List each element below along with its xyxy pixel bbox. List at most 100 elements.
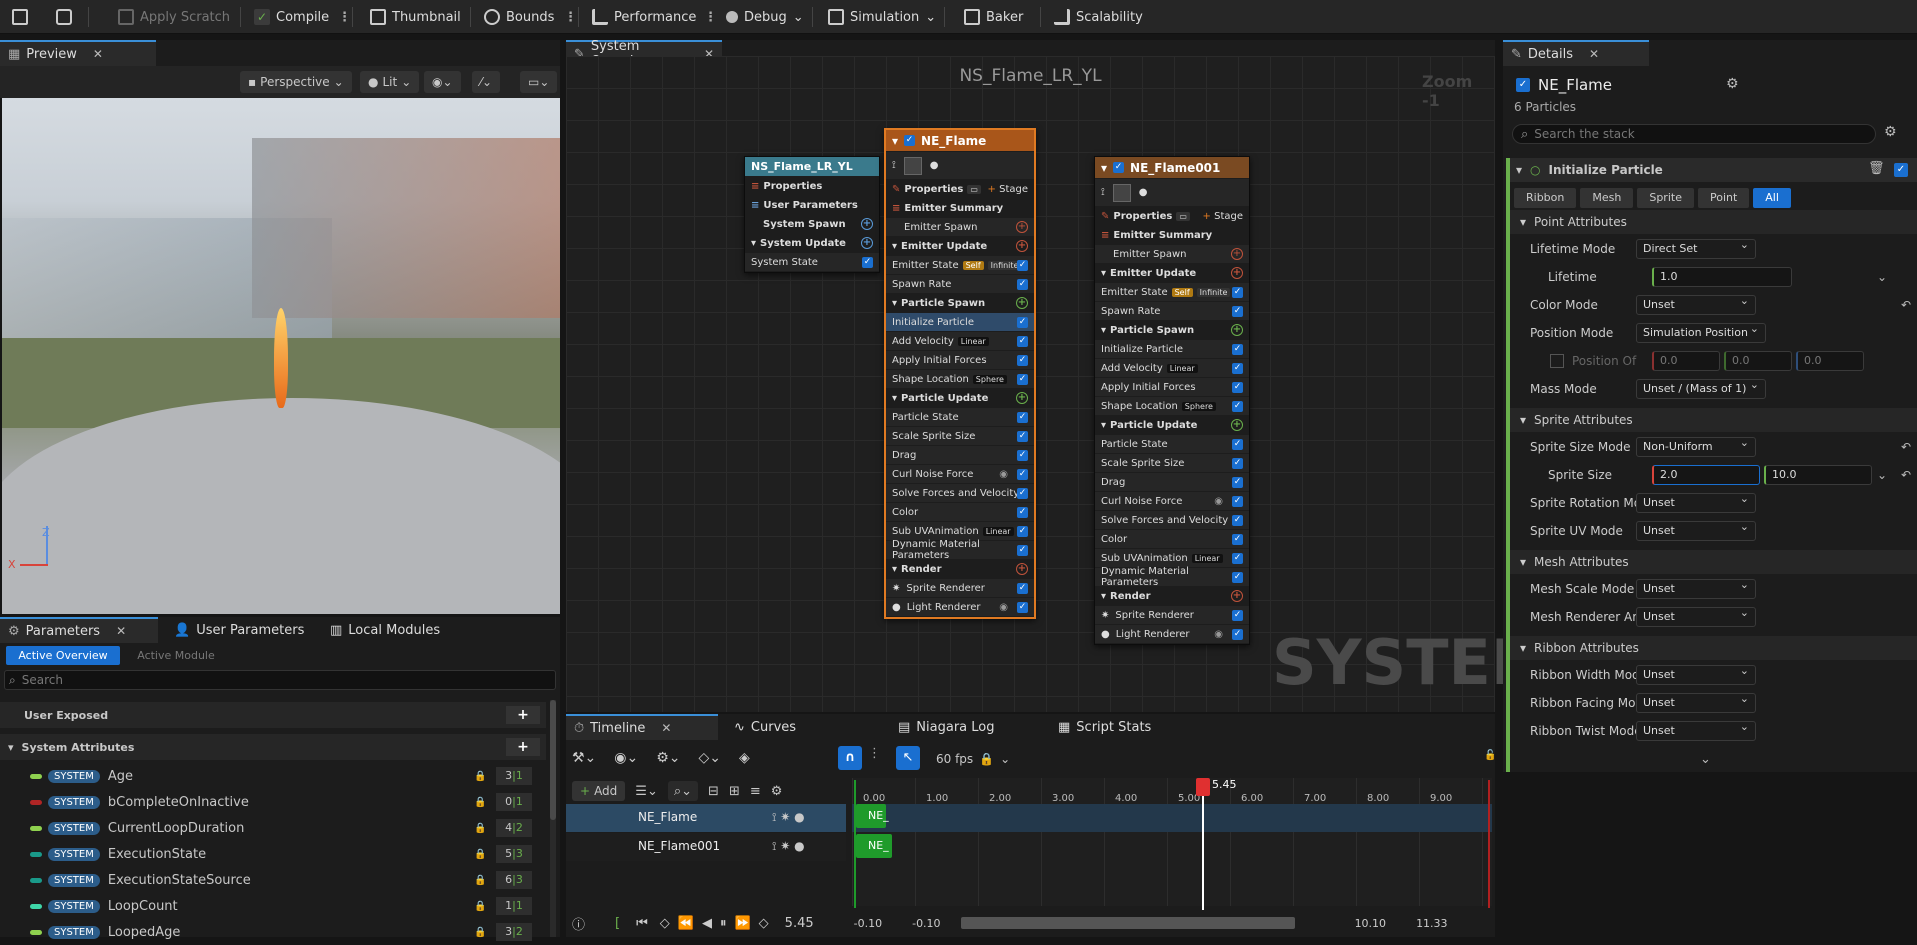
remove-icon[interactable]: + xyxy=(1016,240,1028,252)
view-options-icon[interactable]: ◉⌄ xyxy=(614,750,638,766)
scalability-button[interactable]: Scalability xyxy=(1054,0,1143,34)
bounds-options-button[interactable]: ⋮ xyxy=(564,0,577,34)
stack-row-emitter-update[interactable]: ▾ Emitter Update + xyxy=(1095,264,1249,283)
playback-options-icon[interactable]: ⚙⌄ xyxy=(656,750,680,766)
compile-options-button[interactable]: ⋮ xyxy=(338,0,351,34)
emitter-clip-1[interactable]: NE_ xyxy=(856,804,889,828)
enable-checkbox[interactable]: ✓ xyxy=(1232,572,1243,583)
sprite-uv-dropdown[interactable]: Unset xyxy=(1636,520,1756,541)
stack-row-color[interactable]: Color ✓ xyxy=(886,503,1034,522)
eye-icon[interactable]: ◉ xyxy=(999,602,1008,613)
mesh-scale-dropdown[interactable]: Unset xyxy=(1636,578,1756,599)
snap-options-button[interactable]: ⋮ xyxy=(868,746,881,770)
section-point-attributes[interactable]: ▾ Point Attributes xyxy=(1510,210,1917,234)
stack-row-light-renderer[interactable]: ● Light Renderer ◉ ✓ xyxy=(886,598,1034,617)
stack-row-light-renderer[interactable]: ● Light Renderer ◉ ✓ xyxy=(1095,625,1249,644)
stack-row-scale-sprite-size[interactable]: Scale Sprite Size ✓ xyxy=(886,427,1034,446)
track-row-ne-flame001[interactable]: NE_Flame001 ⟟ ✷ ● xyxy=(566,833,846,861)
pos-x-input[interactable]: 0.0 xyxy=(1652,351,1720,371)
preview-viewport[interactable]: Z X xyxy=(2,98,560,614)
emitter-enable-checkbox[interactable]: ✓ xyxy=(1516,78,1530,92)
stack-row-render[interactable]: ▾ Render + xyxy=(1095,587,1249,606)
settings-icon[interactable]: ⚙ xyxy=(771,784,783,799)
enable-checkbox[interactable]: ✓ xyxy=(1232,382,1243,393)
section-sprite-attributes[interactable]: ▾ Sprite Attributes xyxy=(1510,408,1917,432)
add-user-param-button[interactable]: + xyxy=(506,706,540,724)
enable-checkbox[interactable]: ✓ xyxy=(1017,450,1028,461)
stack-search[interactable]: ⌕ Search the stack xyxy=(1512,124,1876,144)
lit-dropdown[interactable]: ● Lit ⌄ xyxy=(360,71,420,93)
key-icon[interactable]: ◇⌄ xyxy=(699,750,722,766)
enable-checkbox[interactable]: ✓ xyxy=(1232,439,1243,450)
enable-checkbox[interactable]: ✓ xyxy=(1232,534,1243,545)
loop-start-icon[interactable]: [ xyxy=(615,916,620,931)
enable-checkbox[interactable]: ✓ xyxy=(1017,507,1028,518)
filter-sprite-button[interactable]: Sprite xyxy=(1637,188,1694,208)
system-attributes-header[interactable]: ▾ System Attributes + xyxy=(0,734,546,760)
close-icon[interactable]: ✕ xyxy=(116,624,126,638)
tab-local-modules[interactable]: ▥ Local Modules xyxy=(322,617,448,643)
active-module-button[interactable]: Active Module xyxy=(124,646,228,665)
stack-row-curl-noise-force[interactable]: Curl Noise Force ◉ ✓ xyxy=(1095,492,1249,511)
enable-checkbox[interactable]: ✓ xyxy=(1017,526,1028,537)
stack-row-emitter-spawn[interactable]: Emitter Spawn + xyxy=(1095,245,1249,264)
enable-checkbox[interactable]: ✓ xyxy=(1232,287,1243,298)
filter-point-button[interactable]: Point xyxy=(1697,188,1750,208)
info-icon[interactable]: ⓘ xyxy=(572,914,585,933)
stack-row-curl-noise-force[interactable]: Curl Noise Force ◉ ✓ xyxy=(886,465,1034,484)
playhead-line[interactable] xyxy=(1202,778,1204,910)
enable-checkbox[interactable]: ✓ xyxy=(862,257,873,268)
light-icon[interactable]: ● xyxy=(930,160,939,171)
active-overview-button[interactable]: Active Overview xyxy=(6,646,120,665)
filter-icon[interactable]: ☰⌄ xyxy=(635,784,658,799)
system-user-params-row[interactable]: ≡ User Parameters xyxy=(745,196,879,215)
stack-row-shape-location[interactable]: Shape Location Sphere ✓ xyxy=(886,370,1034,389)
add-module-icon[interactable]: + xyxy=(1231,324,1243,336)
stack-row-emitter-state[interactable]: Emitter State Self Infinite ✓ xyxy=(886,256,1034,275)
playhead-handle[interactable] xyxy=(1196,778,1210,796)
param-row[interactable]: SYSTEM LoopedAge 🔒 3|2 xyxy=(0,919,560,945)
enable-checkbox[interactable]: ✓ xyxy=(1017,279,1028,290)
performance-button[interactable]: Performance xyxy=(592,0,696,34)
next-key-icon[interactable]: ◇ xyxy=(759,916,769,931)
mesh-renderer-dropdown[interactable]: Unset xyxy=(1636,606,1756,627)
tab-details[interactable]: ✎ Details ✕ xyxy=(1503,40,1649,66)
tab-timeline[interactable]: ⏱ Timeline ✕ xyxy=(566,714,718,740)
stack-row-apply-initial-forces[interactable]: Apply Initial Forces ✓ xyxy=(886,351,1034,370)
reset-icon[interactable]: ↶ xyxy=(1901,440,1911,454)
simulation-button[interactable]: Simulation ⌄ xyxy=(828,0,936,34)
compile-button[interactable]: ✓ Compile xyxy=(254,0,329,34)
position-offset-checkbox[interactable] xyxy=(1550,354,1564,368)
view-start[interactable]: -0.10 xyxy=(912,917,940,930)
stack-row-emitter-summary[interactable]: ≡ Emitter Summary xyxy=(886,199,1034,218)
view-end[interactable]: 10.10 xyxy=(1355,917,1387,930)
filter-mesh-button[interactable]: Mesh xyxy=(1580,188,1634,208)
stack-row-emitter-summary[interactable]: ≡ Emitter Summary xyxy=(1095,226,1249,245)
range-start[interactable]: -0.10 xyxy=(854,917,882,930)
apply-scratch-button[interactable]: Apply Scratch xyxy=(118,0,230,34)
sprite-size-mode-dropdown[interactable]: Non-Uniform xyxy=(1636,436,1756,457)
stack-row-add-velocity[interactable]: Add Velocity Linear ✓ xyxy=(1095,359,1249,378)
reset-icon[interactable]: ↶ xyxy=(1901,298,1911,312)
param-row[interactable]: SYSTEM CurrentLoopDuration 🔒 4|2 xyxy=(0,815,560,841)
sprite-size-x-input[interactable]: 2.0 xyxy=(1652,465,1760,485)
stack-row-solve-forces[interactable]: Solve Forces and Velocity ✓ xyxy=(1095,511,1249,530)
parameters-search[interactable]: ⌕ Search xyxy=(4,670,556,690)
tab-user-parameters[interactable]: 👤 User Parameters xyxy=(166,617,312,643)
timeline-scrollbar[interactable] xyxy=(960,917,1295,929)
thumbnail-button[interactable]: Thumbnail xyxy=(370,0,461,34)
stack-row-emitter-spawn[interactable]: Emitter Spawn + xyxy=(886,218,1034,237)
tab-script-stats[interactable]: ▦ Script Stats xyxy=(1050,714,1159,740)
enable-checkbox[interactable]: ✓ xyxy=(1017,317,1028,328)
stack-row-render[interactable]: ▾ Render + xyxy=(886,560,1034,579)
next-frame-icon[interactable]: ⏩ xyxy=(734,916,750,931)
debug-button[interactable]: Debug ⌄ xyxy=(726,0,804,34)
list-icon[interactable]: ≡ xyxy=(750,784,761,799)
add-track-button[interactable]: + Add xyxy=(572,781,626,801)
enable-checkbox[interactable]: ✓ xyxy=(1232,344,1243,355)
add-module-icon[interactable]: + xyxy=(861,218,873,230)
pos-y-input[interactable]: 0.0 xyxy=(1724,351,1792,371)
stack-row-solve-forces[interactable]: Solve Forces and Velocity ✓ xyxy=(886,484,1034,503)
save-button[interactable] xyxy=(12,0,28,34)
system-node[interactable]: NS_Flame_LR_YL ≡ Properties ≡ User Paramet… xyxy=(744,156,880,273)
